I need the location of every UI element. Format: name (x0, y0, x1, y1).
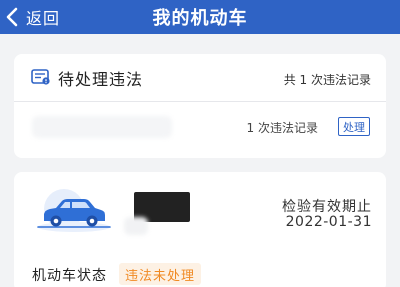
violations-title: 待处理违法 (58, 70, 144, 89)
redacted-area (124, 217, 148, 235)
page-title: 我的机动车 (152, 8, 248, 29)
car-illustration (37, 189, 111, 232)
redacted-area (32, 116, 172, 138)
vehicle-status-label: 机动车状态 (32, 268, 107, 284)
violation-row-count: 1 次违法记录 (246, 121, 318, 135)
violation-doc-icon (31, 69, 50, 85)
nav-bar: 返回 我的机动车 (0, 0, 400, 34)
vehicle-card: 检验有效期止 2022-01-31 机动车状态 违法未处理 (14, 172, 386, 287)
inspection-valid-date: 2022-01-31 (285, 214, 372, 230)
status-badge: 违法未处理 (119, 263, 202, 285)
violations-card: 待处理违法 共 1 次违法记录 1 次违法记录 处理 (14, 54, 386, 158)
inspection-valid-label: 检验有效期止 (282, 199, 372, 215)
handle-violation-button[interactable]: 处理 (338, 117, 370, 136)
violations-header: 待处理违法 共 1 次违法记录 (14, 54, 386, 102)
violations-summary: 共 1 次违法记录 (283, 73, 371, 87)
